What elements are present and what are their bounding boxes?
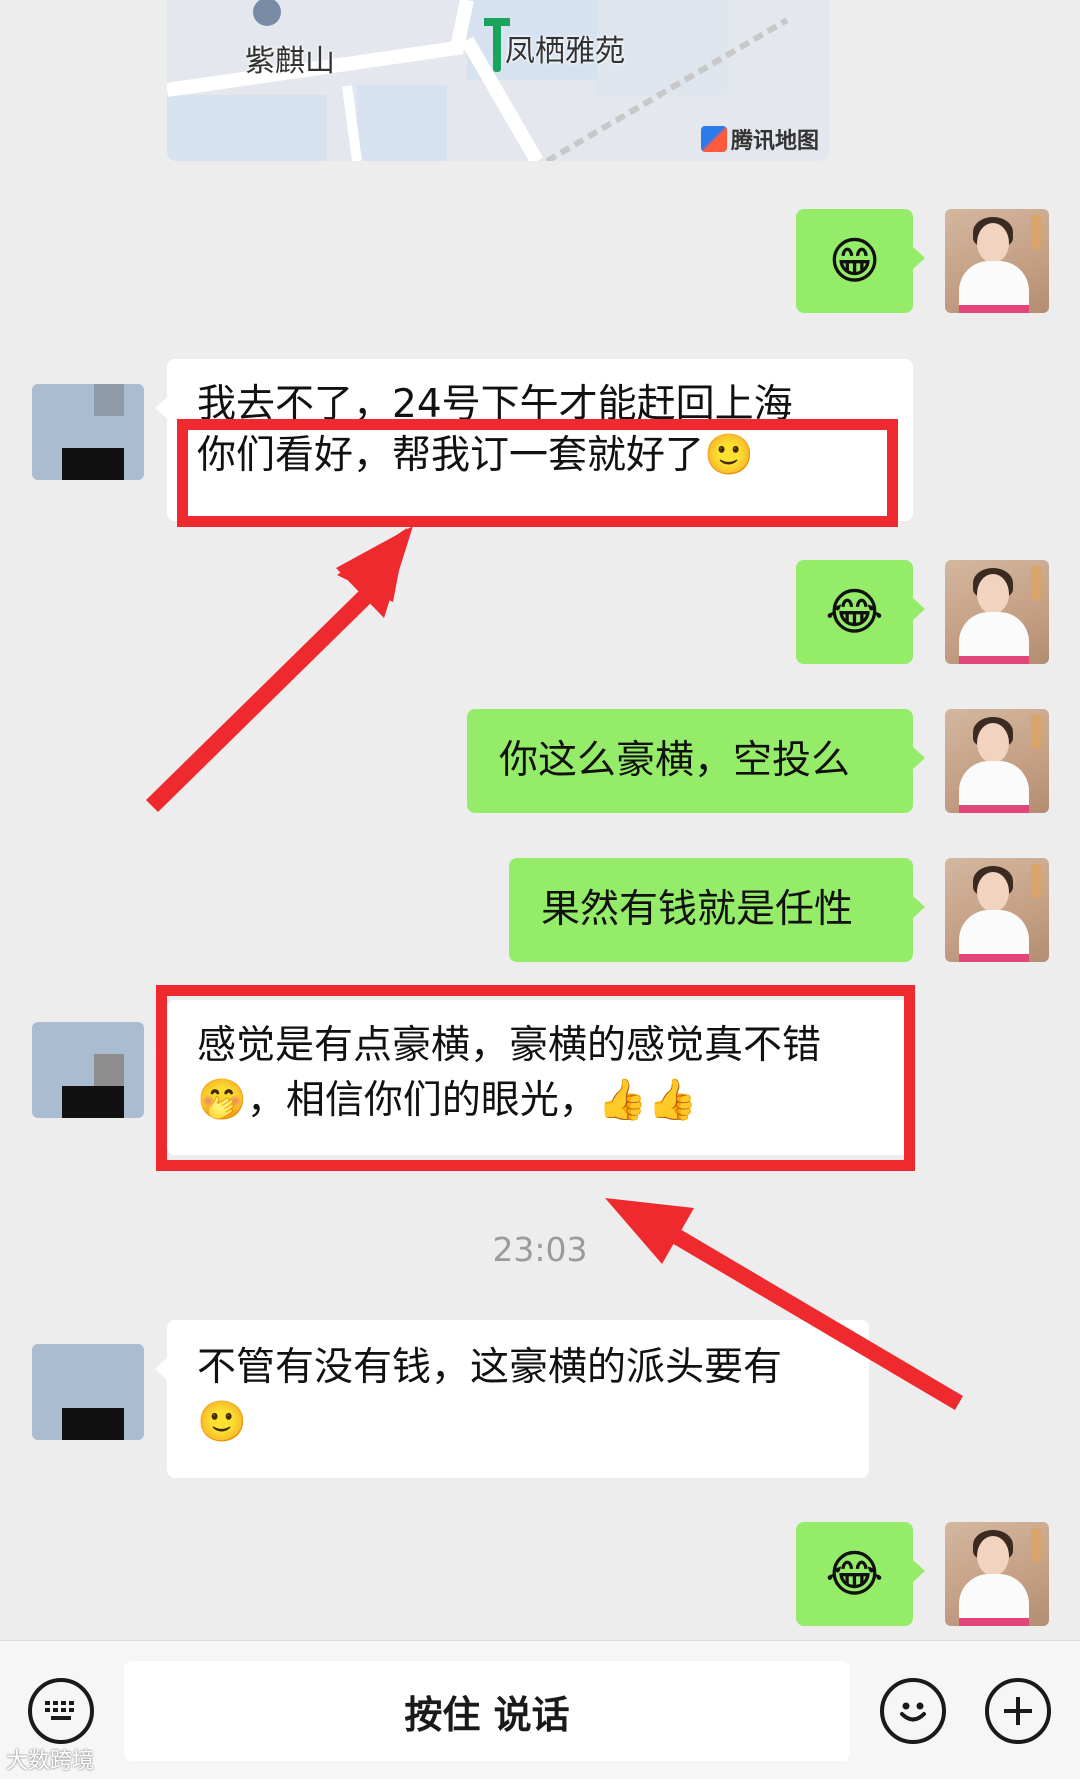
more-options-button[interactable] <box>985 1678 1051 1744</box>
arrow-upper <box>146 526 413 812</box>
watermark: 大数跨境 <box>6 1743 94 1775</box>
emoji-face-icon <box>900 1702 926 1722</box>
emoji-button[interactable] <box>880 1678 946 1744</box>
annotation-arrows <box>146 526 963 1410</box>
hold-to-talk-button[interactable]: 按住 说话 <box>124 1661 850 1761</box>
input-bar: 按住 说话 大数跨境 <box>0 1640 1080 1779</box>
plus-icon <box>1004 1697 1032 1725</box>
keyboard-icon <box>45 1701 74 1720</box>
keyboard-toggle-button[interactable] <box>28 1678 94 1744</box>
arrow-lower <box>605 1198 963 1410</box>
watermark-text: 大数跨境 <box>6 1749 95 1774</box>
